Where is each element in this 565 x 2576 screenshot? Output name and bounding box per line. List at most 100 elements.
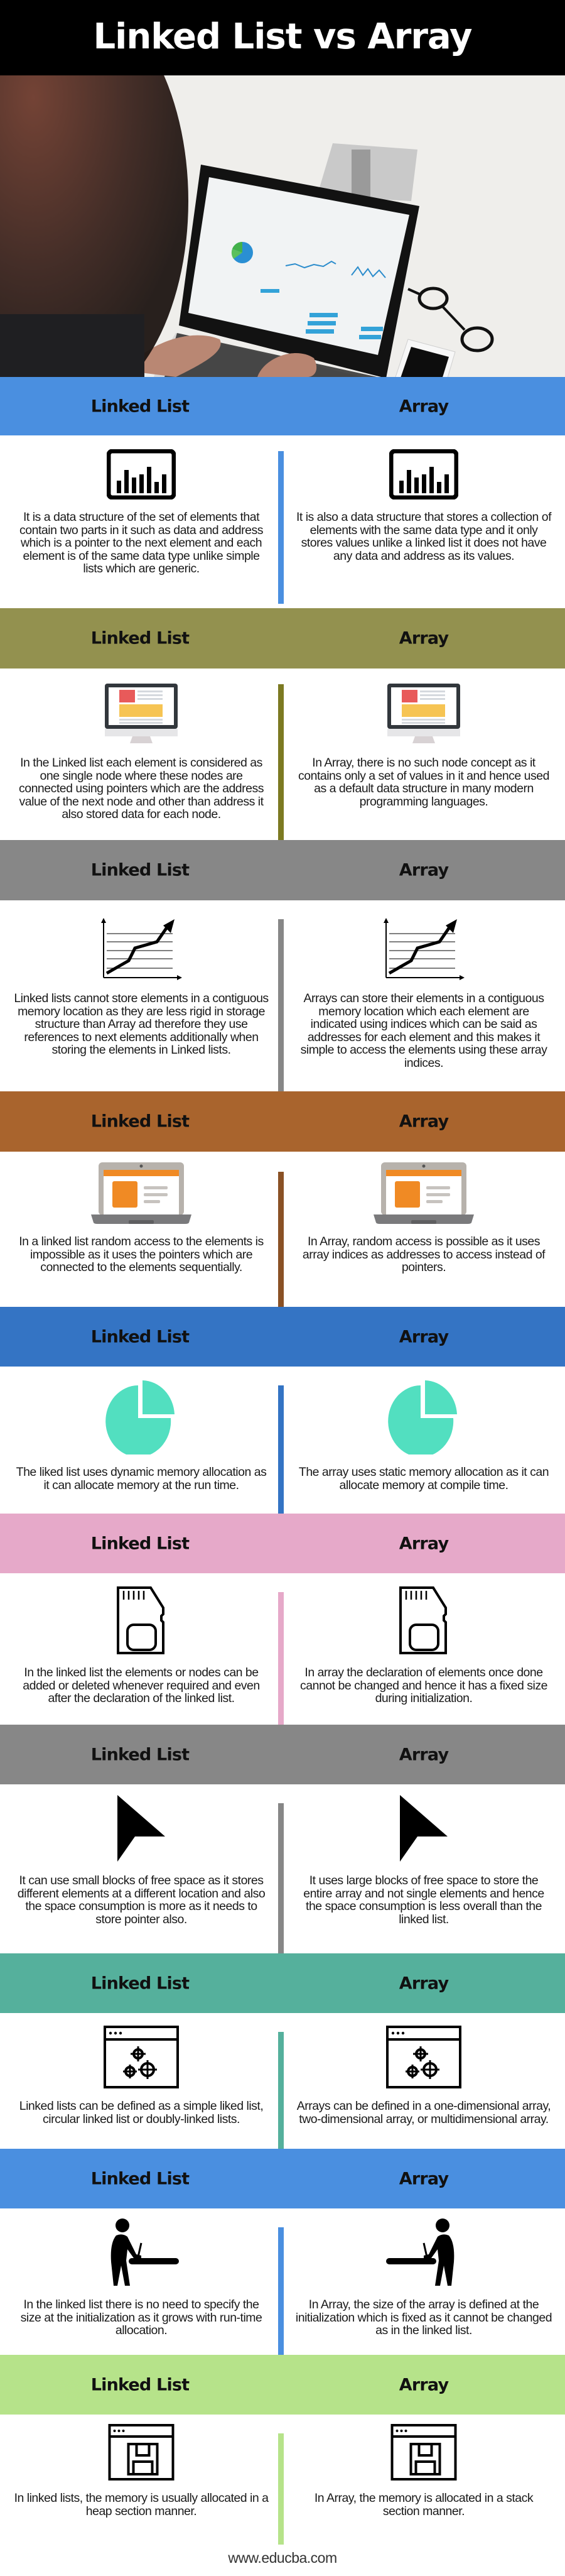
section-body: In the linked list there is no need to s…	[0, 2208, 565, 2355]
linked-list-column: In the linked list the elements or nodes…	[0, 1573, 282, 1725]
section-header: Linked List Array	[0, 377, 565, 435]
linked-list-description: Linked lists cannot store elements in a …	[14, 991, 269, 1057]
header-linked-list: Linked List	[90, 1745, 190, 1764]
section-header: Linked List Array	[0, 1953, 565, 2013]
header-linked-list: Linked List	[90, 860, 190, 880]
linked-list-description: In the Linked list each element is consi…	[18, 756, 264, 821]
header-array: Array	[399, 628, 449, 648]
section-body: It is a data structure of the set of ele…	[0, 435, 565, 608]
linked-list-description: In the linked list the elements or nodes…	[23, 1666, 260, 1705]
header-array: Array	[399, 2169, 449, 2188]
header-linked-list: Linked List	[90, 396, 190, 416]
header-array: Array	[399, 2375, 449, 2394]
pie-chart-icon	[104, 1379, 179, 1458]
linked-list-description: Linked lists can be defined as a simple …	[19, 2099, 264, 2126]
array-description: In Array, there is no such node concept …	[298, 756, 549, 809]
sd-card-icon	[399, 1586, 449, 1658]
section-header: Linked List Array	[0, 1725, 565, 1784]
linked-list-description: In the linked list there is no need to s…	[20, 2298, 262, 2337]
laptop-icon	[374, 1161, 474, 1227]
settings-window-icon	[386, 2026, 461, 2092]
section-header: Linked List Array	[0, 608, 565, 669]
array-column: The array uses static memory allocation …	[282, 1367, 565, 1514]
linked-list-column: In a linked list random access to the el…	[0, 1152, 282, 1307]
header-array: Array	[399, 860, 449, 880]
array-description: In Array, the size of the array is defin…	[295, 2298, 552, 2337]
page-title: Linked List vs Array	[0, 0, 565, 75]
linked-list-description: In linked lists, the memory is usually a…	[14, 2491, 269, 2518]
linked-list-column: Linked lists cannot store elements in a …	[0, 900, 282, 1091]
array-column: In Array, random access is possible as i…	[282, 1152, 565, 1307]
laptop-photo-illustration	[0, 75, 565, 377]
header-linked-list: Linked List	[90, 1327, 190, 1346]
section-header: Linked List Array	[0, 2355, 565, 2415]
header-linked-list: Linked List	[90, 2375, 190, 2394]
header-linked-list: Linked List	[90, 1973, 190, 1993]
sd-card-icon	[116, 1586, 166, 1658]
array-description: In Array, the memory is allocated in a s…	[314, 2491, 534, 2518]
linked-list-column: The liked list uses dynamic memory alloc…	[0, 1367, 282, 1514]
section-body: In a linked list random access to the el…	[0, 1152, 565, 1307]
laptop-icon	[91, 1161, 191, 1227]
array-column: Arrays can store their elements in a con…	[282, 900, 565, 1091]
header-array: Array	[399, 1745, 449, 1764]
header-array: Array	[399, 396, 449, 416]
floppy-window-icon	[390, 2424, 457, 2484]
section-header: Linked List Array	[0, 1307, 565, 1367]
array-column: In array the declaration of elements onc…	[282, 1573, 565, 1725]
header-array: Array	[399, 1327, 449, 1346]
section-header: Linked List Array	[0, 2149, 565, 2208]
floppy-window-icon	[108, 2424, 175, 2484]
linked-list-description: It can use small blocks of free space as…	[17, 1874, 266, 1926]
header-array: Array	[399, 1111, 449, 1132]
linked-list-column: In the linked list there is no need to s…	[0, 2208, 282, 2355]
person-at-desk-icon	[386, 2218, 461, 2290]
linked-list-column: In the Linked list each element is consi…	[0, 669, 282, 840]
person-at-desk-icon	[104, 2218, 179, 2290]
line-graph-icon	[100, 918, 182, 984]
array-description: It uses large blocks of free space to st…	[303, 1874, 544, 1926]
array-description: The array uses static memory allocation …	[298, 1465, 549, 1492]
array-description: It is also a data structure that stores …	[296, 510, 552, 563]
monitor-icon	[386, 682, 461, 748]
array-column: In Array, there is no such node concept …	[282, 669, 565, 840]
section-body: The liked list uses dynamic memory alloc…	[0, 1367, 565, 1514]
linked-list-description: In a linked list random access to the el…	[19, 1235, 264, 1274]
section-body: Linked lists cannot store elements in a …	[0, 900, 565, 1091]
cursor-arrow-icon	[116, 1794, 166, 1866]
linked-list-column: It is a data structure of the set of ele…	[0, 435, 282, 608]
header-linked-list: Linked List	[90, 1111, 190, 1132]
header-linked-list: Linked List	[90, 628, 190, 648]
section-body: In the Linked list each element is consi…	[0, 669, 565, 840]
header-linked-list: Linked List	[90, 1534, 190, 1553]
header-array: Array	[399, 1534, 449, 1553]
section-header: Linked List Array	[0, 840, 565, 900]
hero-photo	[0, 75, 565, 377]
linked-list-column: Linked lists can be defined as a simple …	[0, 2013, 282, 2149]
header-array: Array	[399, 1973, 449, 1993]
linked-list-description: It is a data structure of the set of ele…	[19, 510, 263, 576]
cursor-arrow-icon	[399, 1794, 449, 1866]
section-body: It can use small blocks of free space as…	[0, 1784, 565, 1953]
array-column: It uses large blocks of free space to st…	[282, 1784, 565, 1953]
array-description: Arrays can be defined in a one-dimension…	[296, 2099, 551, 2126]
section-body: In the linked list the elements or nodes…	[0, 1573, 565, 1725]
bar-chart-icon	[389, 449, 459, 503]
array-column: It is also a data structure that stores …	[282, 435, 565, 608]
array-column: Arrays can be defined in a one-dimension…	[282, 2013, 565, 2149]
section-header: Linked List Array	[0, 1091, 565, 1152]
array-description: In array the declaration of elements onc…	[300, 1666, 547, 1705]
pie-chart-icon	[386, 1379, 461, 1458]
settings-window-icon	[104, 2026, 179, 2092]
footer-url[interactable]: www.educba.com	[0, 2550, 565, 2567]
section-header: Linked List Array	[0, 1514, 565, 1573]
array-description: In Array, random access is possible as i…	[302, 1235, 546, 1274]
header-linked-list: Linked List	[90, 2169, 190, 2188]
monitor-icon	[104, 682, 179, 748]
section-body: Linked lists can be defined as a simple …	[0, 2013, 565, 2149]
line-graph-icon	[383, 918, 465, 984]
array-description: Arrays can store their elements in a con…	[300, 991, 547, 1070]
array-column: In Array, the size of the array is defin…	[282, 2208, 565, 2355]
linked-list-description: The liked list uses dynamic memory alloc…	[16, 1465, 267, 1492]
bar-chart-icon	[106, 449, 176, 503]
